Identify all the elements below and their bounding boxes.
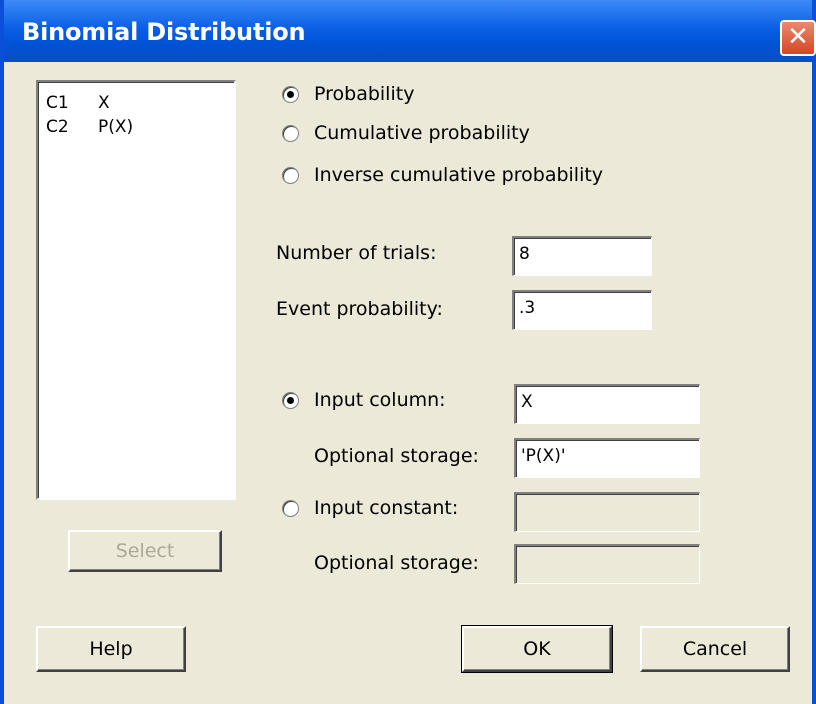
optional-storage-field[interactable]: 'P(X)' bbox=[514, 438, 700, 478]
optional-storage-constant-field[interactable] bbox=[514, 544, 700, 584]
event-probability-field[interactable]: .3 bbox=[512, 290, 652, 330]
input-column-label[interactable]: Input column: bbox=[314, 389, 446, 411]
trials-label: Number of trials: bbox=[276, 242, 437, 264]
radio-probability[interactable] bbox=[282, 86, 299, 103]
select-button[interactable]: Select bbox=[68, 530, 222, 572]
cancel-button[interactable]: Cancel bbox=[640, 626, 790, 672]
list-item[interactable]: C1 X bbox=[46, 90, 110, 116]
window-title: Binomial Distribution bbox=[22, 18, 306, 46]
optional-storage-label: Optional storage: bbox=[314, 445, 479, 467]
radio-input-constant[interactable] bbox=[282, 500, 299, 517]
event-probability-label: Event probability: bbox=[276, 298, 443, 320]
column-name: P(X) bbox=[98, 117, 134, 137]
help-button[interactable]: Help bbox=[36, 626, 186, 672]
radio-probability-label[interactable]: Probability bbox=[314, 83, 414, 105]
title-bar[interactable]: Binomial Distribution ✕ bbox=[4, 0, 816, 62]
radio-cumulative-probability-label[interactable]: Cumulative probability bbox=[314, 122, 530, 144]
optional-storage-constant-label: Optional storage: bbox=[314, 552, 479, 574]
list-item[interactable]: C2 P(X) bbox=[46, 114, 133, 140]
radio-inverse-cumulative-probability-label[interactable]: Inverse cumulative probability bbox=[314, 164, 603, 186]
column-id: C1 bbox=[46, 93, 69, 113]
radio-inverse-cumulative-probability[interactable] bbox=[282, 167, 299, 184]
trials-field[interactable]: 8 bbox=[512, 236, 652, 276]
input-constant-field[interactable] bbox=[514, 492, 700, 532]
close-icon[interactable]: ✕ bbox=[780, 20, 816, 56]
radio-input-column[interactable] bbox=[282, 392, 299, 409]
column-list[interactable]: C1 X C2 P(X) bbox=[36, 80, 236, 500]
input-column-field[interactable]: X bbox=[514, 384, 700, 424]
column-id: C2 bbox=[46, 117, 69, 137]
radio-cumulative-probability[interactable] bbox=[282, 125, 299, 142]
column-name: X bbox=[98, 93, 110, 113]
binomial-dialog: Binomial Distribution ✕ C1 X C2 P(X) Selec… bbox=[0, 0, 816, 704]
input-constant-label[interactable]: Input constant: bbox=[314, 497, 458, 519]
ok-button[interactable]: OK bbox=[461, 625, 613, 673]
